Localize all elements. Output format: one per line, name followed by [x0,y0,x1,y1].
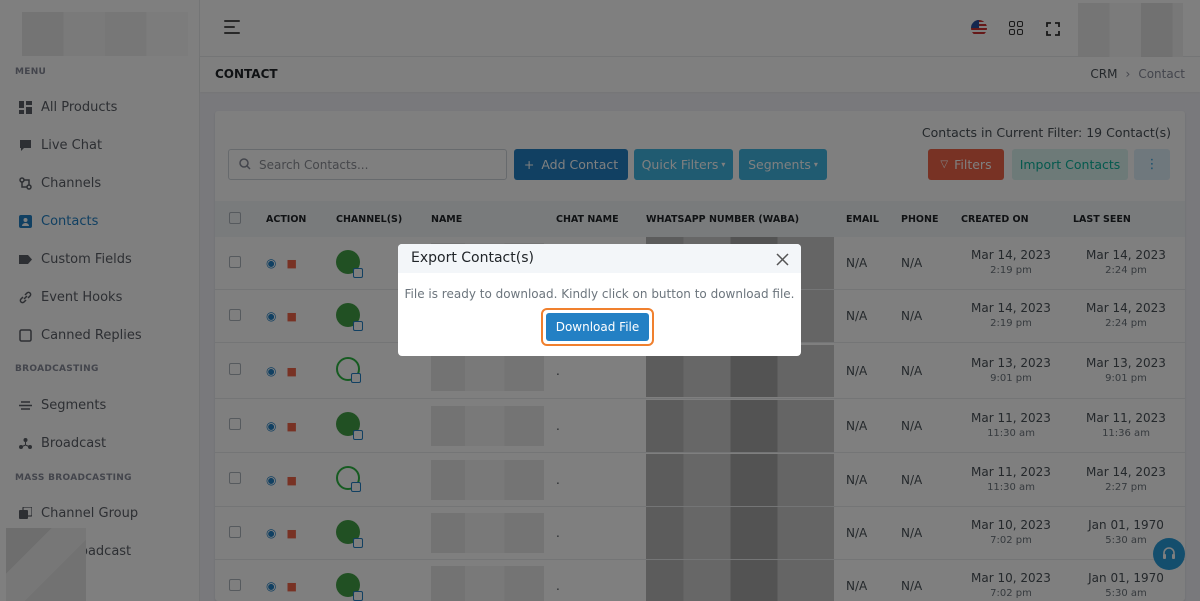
export-contacts-modal: Export Contact(s) File is ready to downl… [398,244,801,356]
modal-title: Export Contact(s) [411,250,534,266]
download-button-highlight: Download File [541,308,654,346]
download-file-button[interactable]: Download File [546,313,649,341]
close-icon[interactable] [776,251,789,266]
modal-message: File is ready to download. Kindly click … [404,287,795,301]
modal-header: Export Contact(s) [398,244,801,273]
